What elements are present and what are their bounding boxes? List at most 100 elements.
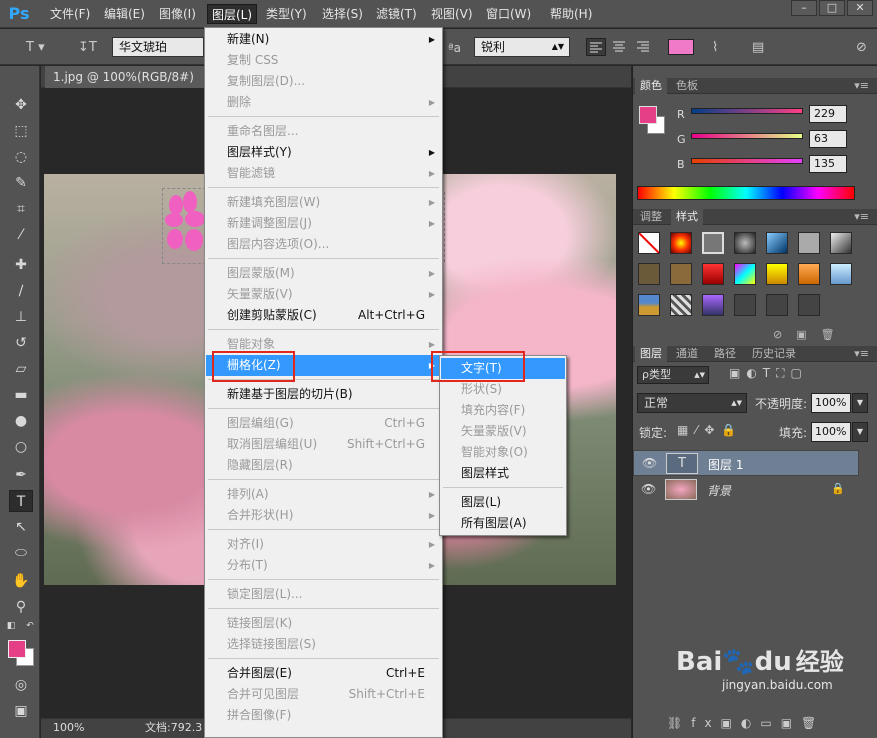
layer-name[interactable]: 图层 1	[708, 456, 743, 473]
blend-mode-select[interactable]: 正常 ▲▼	[637, 393, 747, 413]
style-brown[interactable]	[638, 263, 660, 285]
tab-channels[interactable]: 通道	[671, 346, 703, 362]
marquee-tool-icon[interactable]: ⬚	[9, 120, 33, 142]
style-yellow[interactable]	[766, 263, 788, 285]
tab-color[interactable]: 颜色	[635, 78, 667, 94]
blur-tool-icon[interactable]: ●	[9, 410, 33, 432]
toggle-text-orientation-icon[interactable]: ↧T	[78, 38, 97, 58]
opacity-input[interactable]: 100%	[811, 393, 851, 413]
font-family-select[interactable]: 华文琥珀	[112, 37, 204, 57]
style-sunset[interactable]	[638, 294, 660, 316]
layer-row-background[interactable]: 👁 背景 🔒	[633, 477, 859, 503]
menu-image[interactable]: 图像(I)	[155, 4, 200, 24]
style-empty-2[interactable]	[766, 294, 788, 316]
rasterize-submenu-item[interactable]: 图层(L)	[441, 492, 565, 513]
antialias-select[interactable]: 锐利 ▲▼	[474, 37, 570, 57]
styles-footer-icons[interactable]: ⊘ ▣ 🗑	[773, 328, 835, 341]
opacity-dropdown-icon[interactable]: ▼	[852, 393, 868, 413]
close-icon[interactable]: ✕	[847, 0, 873, 16]
cancel-icon[interactable]: ⊘	[856, 38, 867, 58]
ellipse-tool-icon[interactable]: ⬭	[9, 542, 33, 564]
align-center-icon[interactable]	[610, 38, 628, 58]
menu-layer[interactable]: 图层(L)	[207, 4, 258, 24]
layer-filter-select[interactable]: ρ类型 ▲▼	[637, 366, 709, 384]
zoom-tool-icon[interactable]: ⚲	[9, 596, 33, 618]
color-fg-swatch[interactable]	[639, 106, 657, 124]
eyedropper-tool-icon[interactable]: ⁄	[9, 224, 33, 246]
text-color-swatch[interactable]	[668, 39, 694, 55]
text-layer-bounding-box[interactable]	[162, 188, 206, 264]
menu-window[interactable]: 窗口(W)	[482, 4, 535, 24]
foreground-color[interactable]	[8, 640, 26, 658]
rasterize-submenu-item[interactable]: 图层样式	[441, 463, 565, 484]
style-gray[interactable]	[798, 232, 820, 254]
pen-tool-icon[interactable]: ✒	[9, 464, 33, 486]
style-orange[interactable]	[798, 263, 820, 285]
clone-stamp-tool-icon[interactable]: ⊥	[9, 306, 33, 328]
style-sky[interactable]	[830, 263, 852, 285]
tab-adjustments[interactable]: 调整	[635, 209, 667, 225]
tab-paths[interactable]: 路径	[709, 346, 741, 362]
layer-menu-item[interactable]: 新建(N) ▶	[206, 29, 441, 50]
panel-menu-icon[interactable]: ▾≡	[849, 346, 874, 362]
brush-tool-icon[interactable]: ∕	[9, 280, 33, 302]
zoom-level[interactable]: 100%	[53, 719, 84, 737]
default-colors-icon[interactable]: ◧	[5, 620, 17, 632]
menu-select[interactable]: 选择(S)	[318, 4, 367, 24]
tab-swatches[interactable]: 色板	[671, 78, 703, 94]
path-selection-tool-icon[interactable]: ↖	[9, 516, 33, 538]
healing-brush-tool-icon[interactable]: ✚	[9, 254, 33, 276]
screen-mode-icon[interactable]: ▣	[9, 700, 33, 722]
r-slider[interactable]	[691, 108, 803, 114]
menu-edit[interactable]: 编辑(E)	[100, 4, 149, 24]
crop-tool-icon[interactable]: ⌗	[9, 198, 33, 220]
style-dark[interactable]	[734, 232, 756, 254]
layer-row-text[interactable]: 👁 T 图层 1	[633, 450, 859, 476]
menu-view[interactable]: 视图(V)	[427, 4, 477, 24]
b-value[interactable]: 135	[809, 155, 847, 173]
panel-menu-icon[interactable]: ▾≡	[849, 78, 874, 94]
history-brush-tool-icon[interactable]: ↺	[9, 332, 33, 354]
tab-layers[interactable]: 图层	[635, 346, 667, 362]
document-tab[interactable]: 1.jpg @ 100%(RGB/8#) ✕	[45, 66, 222, 88]
layer-menu-item[interactable]: 创建剪贴蒙版(C) Alt+Ctrl+G	[206, 305, 441, 326]
menu-help[interactable]: 帮助(H)	[546, 4, 596, 24]
gradient-tool-icon[interactable]: ▬	[9, 384, 33, 406]
style-empty-3[interactable]	[798, 294, 820, 316]
menu-file[interactable]: 文件(F)	[46, 4, 94, 24]
quick-select-tool-icon[interactable]: ✎	[9, 172, 33, 194]
b-slider[interactable]	[691, 158, 803, 164]
panel-menu-icon[interactable]: ▾≡	[849, 209, 874, 225]
style-fire[interactable]	[670, 232, 692, 254]
hand-tool-icon[interactable]: ✋	[9, 570, 33, 592]
layer-filter-icons[interactable]: ▣◐T⛶▢	[729, 366, 808, 381]
color-spectrum[interactable]	[637, 186, 855, 200]
g-slider[interactable]	[691, 133, 803, 139]
layer-menu-item[interactable]: 图层样式(Y) ▶	[206, 142, 441, 163]
dodge-tool-icon[interactable]: ○	[9, 436, 33, 458]
character-panel-icon[interactable]: ▤	[752, 38, 764, 58]
rasterize-submenu-item[interactable]: 所有图层(A)	[441, 513, 565, 534]
menu-type[interactable]: 类型(Y)	[262, 4, 311, 24]
warp-text-icon[interactable]: ⌇	[712, 38, 718, 58]
visibility-eye-icon[interactable]: 👁	[642, 456, 657, 470]
layers-footer-icons[interactable]: ⛓fx▣◐▭▣🗑	[667, 716, 825, 730]
layer-menu-item[interactable]: 合并图层(E) Ctrl+E	[206, 663, 441, 684]
visibility-eye-icon[interactable]: 👁	[641, 482, 656, 496]
layer-name[interactable]: 背景	[707, 482, 731, 499]
r-value[interactable]: 229	[809, 105, 847, 123]
style-outline[interactable]	[702, 232, 724, 254]
style-metal[interactable]	[830, 232, 852, 254]
align-right-icon[interactable]	[634, 38, 652, 58]
style-empty-1[interactable]	[734, 294, 756, 316]
eraser-tool-icon[interactable]: ▱	[9, 358, 33, 380]
swap-colors-icon[interactable]: ↶	[24, 620, 36, 632]
style-blue[interactable]	[766, 232, 788, 254]
menu-filter[interactable]: 滤镜(T)	[372, 4, 421, 24]
fill-dropdown-icon[interactable]: ▼	[852, 422, 868, 442]
type-tool-preset-icon[interactable]: T ▾	[26, 38, 45, 58]
style-rainbow[interactable]	[734, 263, 756, 285]
quick-mask-icon[interactable]: ◎	[9, 674, 33, 696]
style-red[interactable]	[702, 263, 724, 285]
style-pattern[interactable]	[670, 294, 692, 316]
